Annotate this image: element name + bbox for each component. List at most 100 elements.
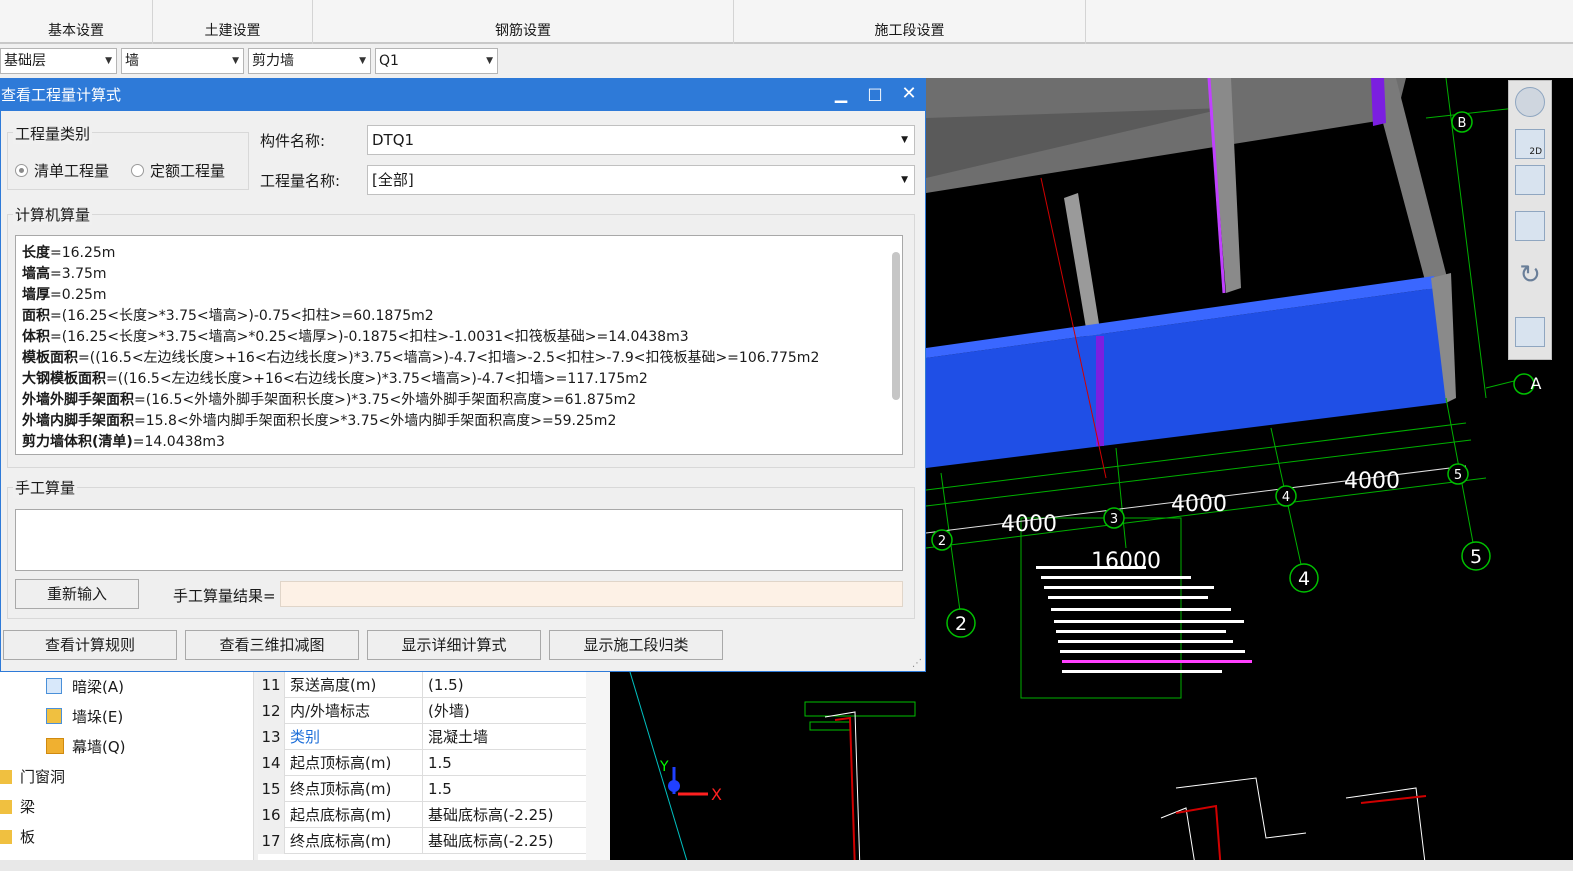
ribbon-group-label: 施工段设置 bbox=[874, 23, 945, 39]
axis-letter: A bbox=[1531, 374, 1542, 393]
table-row[interactable]: 15 终点顶标高(m) 1.5 bbox=[258, 776, 586, 802]
beam-icon bbox=[46, 678, 62, 694]
axis-number: 5 bbox=[1470, 546, 1482, 568]
component-name-label: 构件名称: bbox=[260, 132, 326, 150]
property-name: 类别 bbox=[290, 728, 321, 746]
calc-line: 外墙外脚手架面积=(16.5<外墙外脚手架面积长度>)*3.75<外墙外脚手架面… bbox=[22, 392, 637, 408]
manual-formula-input[interactable] bbox=[15, 509, 903, 571]
calc-line: 模板面积=((16.5<左边线长度>+16<右边线长度>)*3.75<墙高>)-… bbox=[22, 350, 820, 366]
view-2d-button[interactable]: 2D bbox=[1515, 129, 1545, 159]
element-select-value: Q1 bbox=[379, 53, 399, 69]
row-number: 12 bbox=[258, 698, 285, 724]
element-select[interactable]: Q1 ▼ bbox=[375, 48, 498, 74]
dimension-label: 16000 bbox=[1091, 549, 1161, 574]
chevron-down-icon: ▼ bbox=[359, 56, 366, 66]
dialog-title-bar[interactable]: 查看工程量计算式 ▁ □ ✕ bbox=[1, 79, 925, 111]
tree-item-label: 墙垛(E) bbox=[72, 708, 124, 726]
ribbon-group-label: 钢筋设置 bbox=[495, 23, 551, 39]
table-row[interactable]: 17 终点底标高(m) 基础底标高(-2.25) bbox=[258, 828, 586, 854]
chevron-down-icon: ▼ bbox=[486, 56, 493, 66]
tree-item-label: 板 bbox=[20, 828, 36, 846]
property-value[interactable]: 混凝土墙 bbox=[428, 724, 488, 750]
resize-grip-icon[interactable]: ⋰ bbox=[912, 658, 922, 669]
ribbon-group-label: 土建设置 bbox=[204, 23, 261, 39]
view-3d-cube-icon[interactable] bbox=[1515, 165, 1545, 195]
property-name: 起点底标高(m) bbox=[290, 806, 392, 824]
property-name: 终点顶标高(m) bbox=[290, 780, 392, 798]
rotate-icon[interactable]: ↻ bbox=[1515, 261, 1545, 291]
view-calc-rules-button[interactable]: 查看计算规则 bbox=[3, 630, 177, 660]
axis-number: 4 bbox=[1282, 490, 1290, 505]
orbit-icon[interactable] bbox=[1515, 87, 1545, 117]
ribbon-group-rebar[interactable]: 钢筋设置 bbox=[313, 0, 734, 44]
quota-quantity-radio[interactable]: 定额工程量 bbox=[131, 160, 225, 181]
maximize-button[interactable]: □ bbox=[862, 83, 888, 107]
ribbon-group-civil[interactable]: 土建设置 bbox=[153, 0, 313, 44]
tree-item-openings[interactable]: 门窗洞 bbox=[0, 766, 65, 787]
radio-label: 清单工程量 bbox=[34, 162, 110, 180]
app-window: 基本设置 土建设置 钢筋设置 施工段设置 基础层 ▼ 墙 ▼ 剪力墙 ▼ Q1 ▼ bbox=[0, 0, 1573, 871]
table-row[interactable]: 13 类别 混凝土墙 bbox=[258, 724, 586, 750]
view-3d-deduction-button[interactable]: 查看三维扣减图 bbox=[185, 630, 359, 660]
tree-item-label: 暗梁(A) bbox=[72, 678, 124, 696]
cad-viewport-lower[interactable]: X Y bbox=[610, 672, 926, 871]
calc-line: 面积=(16.25<长度>*3.75<墙高>)-0.75<扣柱>=60.1875… bbox=[22, 308, 434, 324]
calc-line: 墙厚=0.25m bbox=[22, 287, 107, 303]
bill-quantity-radio[interactable]: 清单工程量 bbox=[15, 160, 109, 181]
property-name: 终点底标高(m) bbox=[290, 832, 392, 850]
dialog-title: 查看工程量计算式 bbox=[1, 86, 122, 104]
status-bar bbox=[0, 860, 1573, 871]
component-name-select[interactable]: DTQ1 ▼ bbox=[367, 125, 915, 155]
axis-number: 2 bbox=[955, 613, 967, 635]
layer-grid-icon[interactable] bbox=[1515, 317, 1545, 347]
cad-viewport[interactable]: 4000 4000 4000 16000 2 3 4 5 2 4 5 B A bbox=[926, 78, 1573, 871]
manual-result-label: 手工算量结果= bbox=[173, 587, 276, 605]
property-value[interactable]: 基础底标高(-2.25) bbox=[428, 828, 554, 854]
reenter-button[interactable]: 重新输入 bbox=[15, 579, 139, 609]
calc-line: 长度=16.25m bbox=[22, 245, 116, 261]
property-value[interactable]: (1.5) bbox=[428, 672, 464, 698]
tree-item-slab[interactable]: 板 bbox=[0, 826, 35, 847]
chevron-down-icon: ▼ bbox=[232, 56, 239, 66]
table-row[interactable]: 11 泵送高度(m) (1.5) bbox=[258, 672, 586, 698]
close-button[interactable]: ✕ bbox=[896, 83, 922, 107]
table-row[interactable]: 14 起点顶标高(m) 1.5 bbox=[258, 750, 586, 776]
tree-item-label: 门窗洞 bbox=[20, 768, 66, 786]
show-detailed-formula-button[interactable]: 显示详细计算式 bbox=[367, 630, 541, 660]
tree-item-pilaster[interactable]: 墙垛(E) bbox=[46, 706, 123, 727]
quantity-formula-dialog: 查看工程量计算式 ▁ □ ✕ 工程量类别 清单工程量 定额工程量 构件名称: D… bbox=[0, 78, 926, 672]
scrollbar-thumb[interactable] bbox=[892, 252, 900, 400]
calc-formula-area[interactable]: 长度=16.25m 墙高=3.75m 墙厚=0.25m 面积=(16.25<长度… bbox=[15, 235, 903, 455]
property-value[interactable]: 1.5 bbox=[428, 776, 452, 802]
calc-line: 剪力墙体积(清单)=14.0438m3 bbox=[22, 434, 225, 450]
quantity-name-select[interactable]: [全部] ▼ bbox=[367, 165, 915, 195]
view-box-icon[interactable] bbox=[1515, 211, 1545, 241]
property-table: 11 泵送高度(m) (1.5) 12 内/外墙标志 (外墙) 13 类别 混凝土墙 14 起… bbox=[258, 672, 586, 871]
radio-selected-icon bbox=[15, 164, 28, 177]
row-number: 11 bbox=[258, 672, 285, 698]
tree-item-beam[interactable]: 梁 bbox=[0, 796, 35, 817]
property-value[interactable]: 基础底标高(-2.25) bbox=[428, 802, 554, 828]
tree-item-curtain-wall[interactable]: 幕墙(Q) bbox=[46, 736, 126, 757]
curtain-wall-icon bbox=[46, 738, 64, 754]
calc-line: 墙高=3.75m bbox=[22, 266, 107, 282]
category-select[interactable]: 墙 ▼ bbox=[121, 48, 244, 74]
table-row[interactable]: 12 内/外墙标志 (外墙) bbox=[258, 698, 586, 724]
row-number: 17 bbox=[258, 828, 285, 854]
view-toolbar: 2D ↻ bbox=[1508, 80, 1552, 360]
minimize-button[interactable]: ▁ bbox=[828, 83, 854, 107]
property-value[interactable]: (外墙) bbox=[428, 698, 470, 724]
ribbon-group-basic[interactable]: 基本设置 bbox=[0, 0, 153, 44]
ribbon-group-construction-stage[interactable]: 施工段设置 bbox=[734, 0, 1086, 44]
property-value[interactable]: 1.5 bbox=[428, 750, 452, 776]
axis-x-label: X bbox=[711, 785, 722, 804]
calc-line: 外墙内脚手架面积=15.8<外墙内脚手架面积长度>*3.75<外墙内脚手架面积高… bbox=[22, 413, 617, 429]
type-select[interactable]: 剪力墙 ▼ bbox=[248, 48, 371, 74]
tree-item-hidden-beam[interactable]: 暗梁(A) bbox=[46, 676, 124, 697]
chevron-down-icon: ▼ bbox=[901, 135, 908, 145]
panel-divider bbox=[586, 672, 610, 871]
table-row[interactable]: 16 起点底标高(m) 基础底标高(-2.25) bbox=[258, 802, 586, 828]
show-stage-classification-button[interactable]: 显示施工段归类 bbox=[549, 630, 723, 660]
floor-select[interactable]: 基础层 ▼ bbox=[0, 48, 117, 74]
property-name: 泵送高度(m) bbox=[290, 676, 377, 694]
